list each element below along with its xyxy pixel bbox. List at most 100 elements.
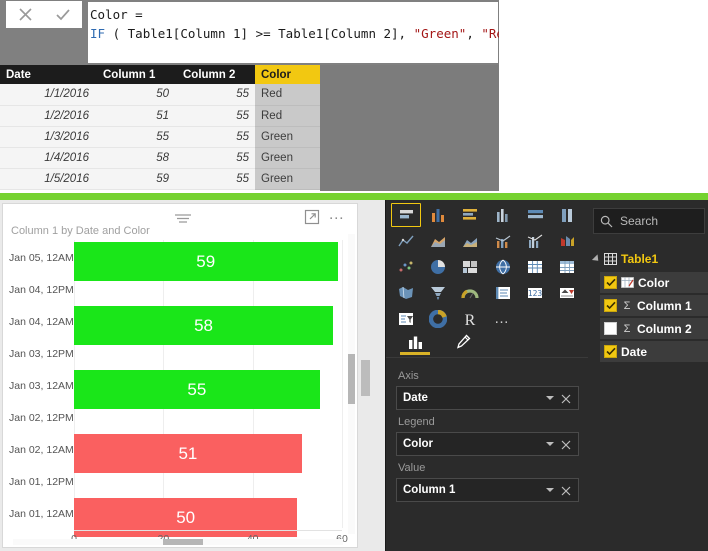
chart-vertical-scroll-thumb[interactable]: [348, 354, 355, 404]
stacked-area-chart-icon[interactable]: [455, 229, 485, 253]
field-item-date[interactable]: Date: [600, 341, 708, 362]
pct-stacked-bar-chart-icon[interactable]: [520, 203, 550, 227]
line-stacked-column-chart-icon[interactable]: [488, 229, 518, 253]
funnel-chart-icon[interactable]: [423, 281, 453, 305]
map-icon[interactable]: [488, 255, 518, 279]
category-label: Jan 02, 12AM: [9, 444, 74, 456]
search-input[interactable]: Search: [593, 208, 705, 234]
line-clustered-column-chart-icon[interactable]: [520, 229, 550, 253]
pie-chart-icon[interactable]: [423, 255, 453, 279]
ribbon-chart-icon[interactable]: [552, 229, 582, 253]
formula-separator: ,: [466, 26, 482, 41]
filter-icon[interactable]: [173, 211, 193, 223]
well-field-value[interactable]: Column 1: [396, 478, 579, 502]
card-icon[interactable]: 123: [520, 281, 550, 305]
bars-container: 59 58 55 51 50: [74, 240, 343, 537]
column-header-date[interactable]: Date: [0, 65, 95, 84]
cell-date: 1/3/2016: [0, 126, 95, 148]
report-view-section: … Column 1 by Date and Color Jan 05, 12A…: [0, 200, 708, 551]
chevron-down-icon[interactable]: [546, 488, 554, 492]
table-icon[interactable]: [520, 255, 550, 279]
canvas-vertical-scrollbar[interactable]: [359, 200, 371, 551]
field-checkbox[interactable]: [604, 345, 617, 358]
cell-column-2: 55: [175, 84, 255, 106]
formula-editor[interactable]: Color = IF ( Table1[Column 1] >= Table1[…: [88, 2, 534, 63]
fields-table-node[interactable]: Table1: [588, 248, 708, 270]
category-label: Jan 04, 12AM: [9, 316, 74, 328]
treemap-icon[interactable]: [455, 255, 485, 279]
clustered-bar-chart-icon[interactable]: [455, 203, 485, 227]
field-name-label: Date: [621, 344, 648, 359]
kpi-icon[interactable]: [552, 281, 582, 305]
field-item-column-2[interactable]: Σ Column 2: [600, 318, 708, 339]
matrix-icon[interactable]: [552, 255, 582, 279]
commit-edit-button[interactable]: [48, 4, 78, 26]
canvas-scroll-thumb[interactable]: [361, 360, 370, 396]
field-item-column-1[interactable]: Σ Column 1: [600, 295, 708, 316]
bar[interactable]: 58: [74, 306, 334, 345]
bar[interactable]: 51: [74, 434, 302, 473]
table-name-label: Table1: [621, 252, 659, 266]
cell-column-1: 58: [95, 147, 175, 169]
category-label: Jan 01, 12AM: [9, 508, 74, 520]
clustered-column-chart-icon[interactable]: [488, 203, 518, 227]
field-item-color[interactable]: Color: [600, 272, 708, 293]
visual-pane-tabs: [386, 326, 589, 358]
cell-date: 1/2/2016: [0, 105, 95, 127]
table-row[interactable]: 1/3/2016 55 55 Green: [0, 126, 320, 148]
pct-stacked-column-chart-icon[interactable]: [552, 203, 582, 227]
table-row[interactable]: 1/2/2016 51 55 Red: [0, 105, 320, 127]
field-checkbox[interactable]: [604, 299, 617, 312]
chevron-down-icon[interactable]: [591, 254, 602, 264]
multi-row-card-icon[interactable]: [488, 281, 518, 305]
column-header-column-1[interactable]: Column 1: [95, 65, 175, 84]
gauge-chart-icon[interactable]: [455, 281, 485, 305]
chart-vertical-scrollbar[interactable]: [348, 234, 355, 534]
column-header-color[interactable]: Color: [255, 65, 320, 84]
chevron-down-icon[interactable]: [546, 442, 554, 446]
stacked-column-chart-icon[interactable]: [423, 203, 453, 227]
svg-text:123: 123: [527, 289, 542, 298]
remove-field-icon[interactable]: [560, 484, 572, 496]
line-chart-icon[interactable]: [391, 229, 421, 253]
category-label: Jan 01, 12PM: [9, 476, 74, 488]
more-options-icon[interactable]: …: [327, 207, 347, 225]
well-field-legend[interactable]: Color: [396, 432, 579, 456]
format-tab[interactable]: [442, 328, 484, 356]
bar[interactable]: 50: [74, 498, 298, 537]
category-label: Jan 04, 12PM: [9, 284, 74, 296]
bar[interactable]: 59: [74, 242, 338, 281]
field-name-label: Column 2: [637, 321, 692, 336]
cell-color: Green: [255, 126, 320, 148]
cell-column-1: 55: [95, 126, 175, 148]
well-field-axis[interactable]: Date: [396, 386, 579, 410]
scatter-chart-icon[interactable]: [391, 255, 421, 279]
formula-line-1: Color =: [90, 7, 143, 22]
remove-field-icon[interactable]: [560, 392, 572, 404]
remove-field-icon[interactable]: [560, 438, 572, 450]
table-row[interactable]: 1/5/2016 59 55 Green: [0, 168, 320, 190]
table-row[interactable]: 1/1/2016 50 55 Red: [0, 84, 320, 106]
chart-horizontal-scrollbar[interactable]: [13, 539, 343, 545]
well-field-name: Date: [403, 392, 428, 404]
filled-map-icon[interactable]: [391, 281, 421, 305]
field-checkbox[interactable]: [604, 276, 617, 289]
bar-chart-visual[interactable]: … Column 1 by Date and Color Jan 05, 12A…: [2, 203, 358, 548]
chevron-down-icon[interactable]: [546, 396, 554, 400]
cancel-edit-button[interactable]: [10, 4, 40, 26]
cell-date: 1/1/2016: [0, 84, 95, 106]
stacked-bar-chart-icon[interactable]: [391, 203, 421, 227]
divider-right-filler: [499, 186, 708, 193]
chart-horizontal-scroll-thumb[interactable]: [163, 539, 203, 545]
plot-area: Jan 05, 12AM Jan 04, 12PM Jan 04, 12AM Jan …: [3, 240, 348, 545]
table-body: 1/1/2016 50 55 Red 1/2/2016 51 55 Red 1/3/2016 55…: [0, 84, 320, 190]
report-canvas[interactable]: … Column 1 by Date and Color Jan 05, 12A…: [0, 200, 385, 551]
focus-mode-icon[interactable]: [304, 209, 320, 225]
table-row[interactable]: 1/4/2016 58 55 Green: [0, 147, 320, 169]
cell-color: Green: [255, 147, 320, 169]
fields-tab[interactable]: [394, 328, 436, 356]
column-header-column-2[interactable]: Column 2: [175, 65, 255, 84]
area-chart-icon[interactable]: [423, 229, 453, 253]
field-checkbox[interactable]: [604, 322, 617, 335]
bar[interactable]: 55: [74, 370, 320, 409]
